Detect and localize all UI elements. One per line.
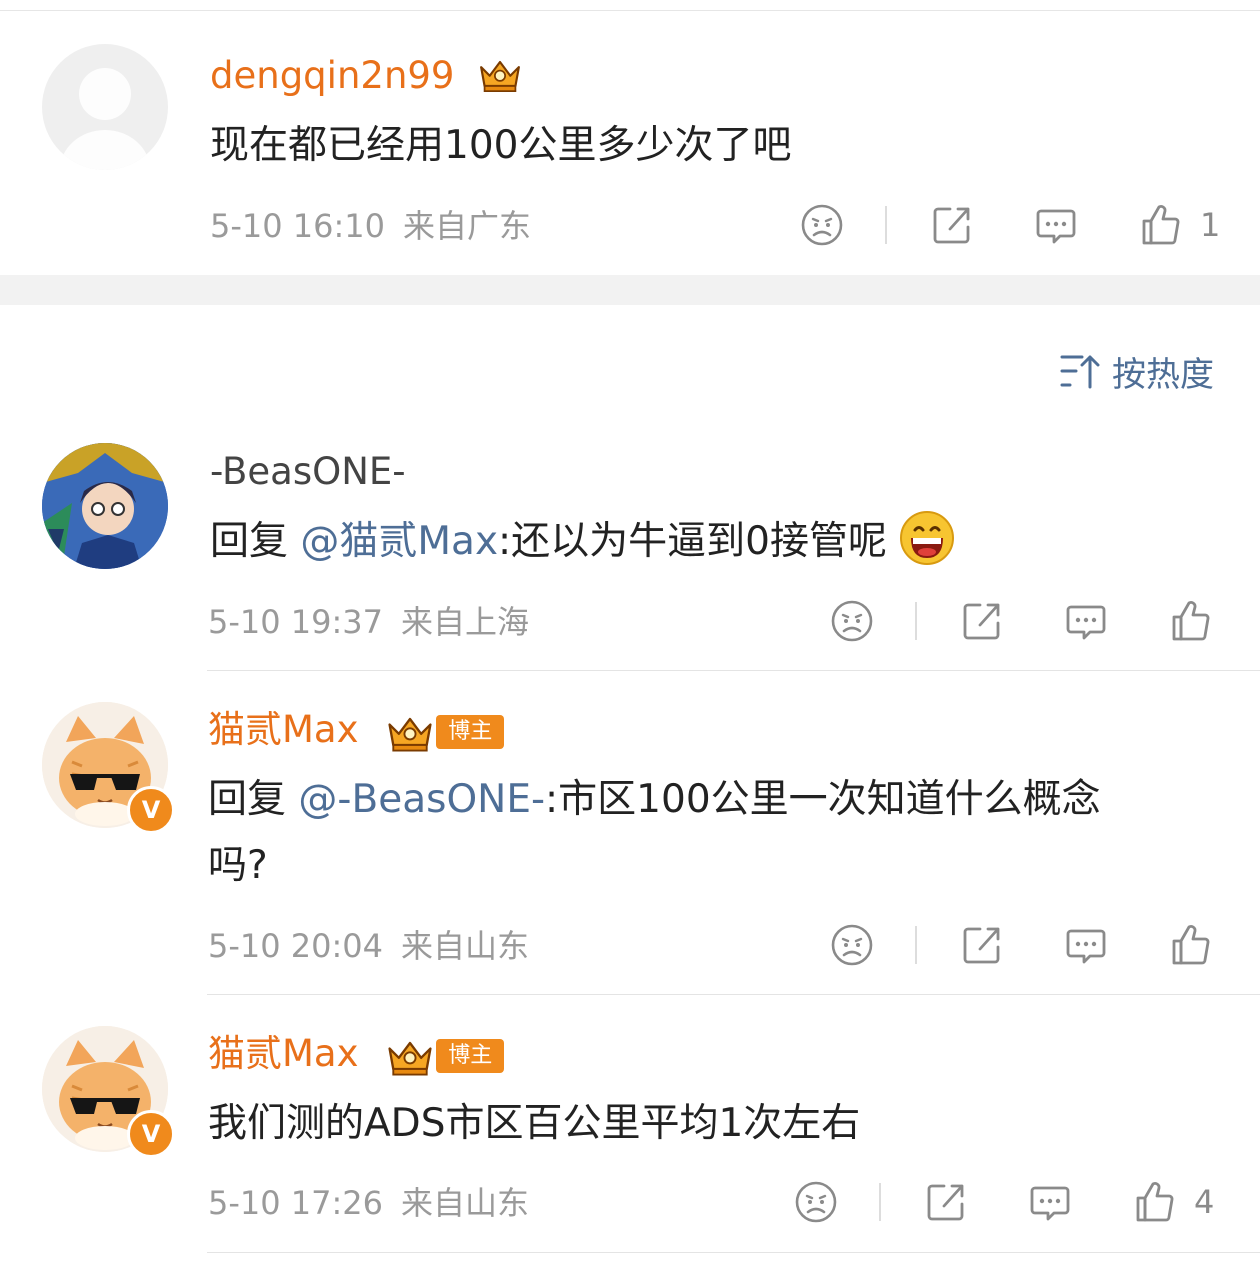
anime-avatar-image [42,443,168,569]
comment-icon [1028,1180,1072,1224]
like-button[interactable] [1132,1180,1176,1224]
dislike-button[interactable] [794,1180,838,1224]
dislike-button[interactable] [830,923,874,967]
user-silhouette-icon [60,68,150,170]
reply-text: 我们测的ADS市区百公里平均1次左右 [208,1101,861,1146]
comment-icon [1034,203,1078,247]
comment-date: 5-10 19:37 [208,603,384,641]
comment-button[interactable] [1034,203,1078,247]
crown-icon [476,54,524,94]
comment-icon [1064,599,1108,643]
sort-icon [1060,355,1100,389]
comment-location: 来自山东 [401,1184,530,1222]
crown-icon [384,1035,436,1077]
verified-badge-icon: V [127,1110,175,1158]
sort-by-hot-button[interactable]: 按热度 [1060,349,1214,395]
action-separator [915,602,917,640]
sort-label: 按热度 [1112,354,1214,395]
like-count: 4 [1194,1183,1215,1221]
reply-meta: 5-10 19:37 来自上海 [208,602,529,642]
share-icon [960,923,1004,967]
top-divider [0,10,1260,11]
comment-button[interactable] [1064,599,1108,643]
blogger-badge: 博主 [436,1038,505,1073]
share-icon [930,203,974,247]
reply-divider [207,1252,1260,1253]
blogger-badge: 博主 [436,714,505,749]
share-icon [924,1180,968,1224]
default-avatar[interactable] [42,44,168,170]
reply-meta: 5-10 20:04 来自山东 [208,926,529,966]
share-button[interactable] [930,203,974,247]
mention-link[interactable]: @-BeasONE- [298,777,545,822]
reply-text: 回复 @-BeasONE-:市区100公里一次知道什么概念 [208,777,1101,822]
reply-username[interactable]: 猫贰Max 博主 [208,708,505,753]
comment-button[interactable] [1064,923,1108,967]
dislike-button[interactable] [800,203,844,247]
verified-badge-icon: V [127,786,175,834]
mention-link[interactable]: @猫贰Max [300,519,498,564]
thumbs-up-icon [1168,923,1212,967]
grin-emoji-icon [900,511,955,565]
reply-divider [207,994,1260,995]
share-button[interactable] [960,599,1004,643]
reply-text: 回复 @猫贰Max:还以为牛逼到0接管呢 [210,510,955,574]
action-separator [915,926,917,964]
reply-divider [207,670,1260,671]
reply-meta: 5-10 17:26 来自山东 [208,1183,529,1223]
section-gap [0,275,1260,305]
comment-date: 5-10 20:04 [208,927,384,965]
action-separator [885,206,887,244]
comment-date: 5-10 16:10 [210,207,386,245]
top-comment-text: 现在都已经用100公里多少次了吧 [210,123,792,168]
top-comment-username[interactable]: dengqin2n99 [210,54,524,98]
like-count: 1 [1200,206,1221,244]
comment-button[interactable] [1028,1180,1072,1224]
comment-location: 来自广东 [403,207,532,245]
top-comment-meta: 5-10 16:10 来自广东 [210,206,531,246]
reply-text-line2: 吗? [208,843,268,888]
comment-location: 来自山东 [401,927,530,965]
dislike-button[interactable] [830,599,874,643]
thumbs-up-icon [1132,1180,1176,1224]
reply-username[interactable]: 猫贰Max 博主 [208,1032,505,1077]
comment-date: 5-10 17:26 [208,1184,384,1222]
share-button[interactable] [960,923,1004,967]
comment-icon [1064,923,1108,967]
thumbs-up-icon [1168,599,1212,643]
thumbs-up-icon [1138,203,1182,247]
like-button[interactable] [1138,203,1182,247]
comment-location: 来自上海 [401,603,530,641]
sad-face-icon [830,599,874,643]
reply-username[interactable]: -BeasONE- [210,450,406,494]
like-button[interactable] [1168,599,1212,643]
sad-face-icon [794,1180,838,1224]
crown-icon [384,711,436,753]
like-button[interactable] [1168,923,1212,967]
action-separator [879,1183,881,1221]
share-icon [960,599,1004,643]
sad-face-icon [800,203,844,247]
share-button[interactable] [924,1180,968,1224]
sad-face-icon [830,923,874,967]
beasone-avatar[interactable] [42,443,168,569]
